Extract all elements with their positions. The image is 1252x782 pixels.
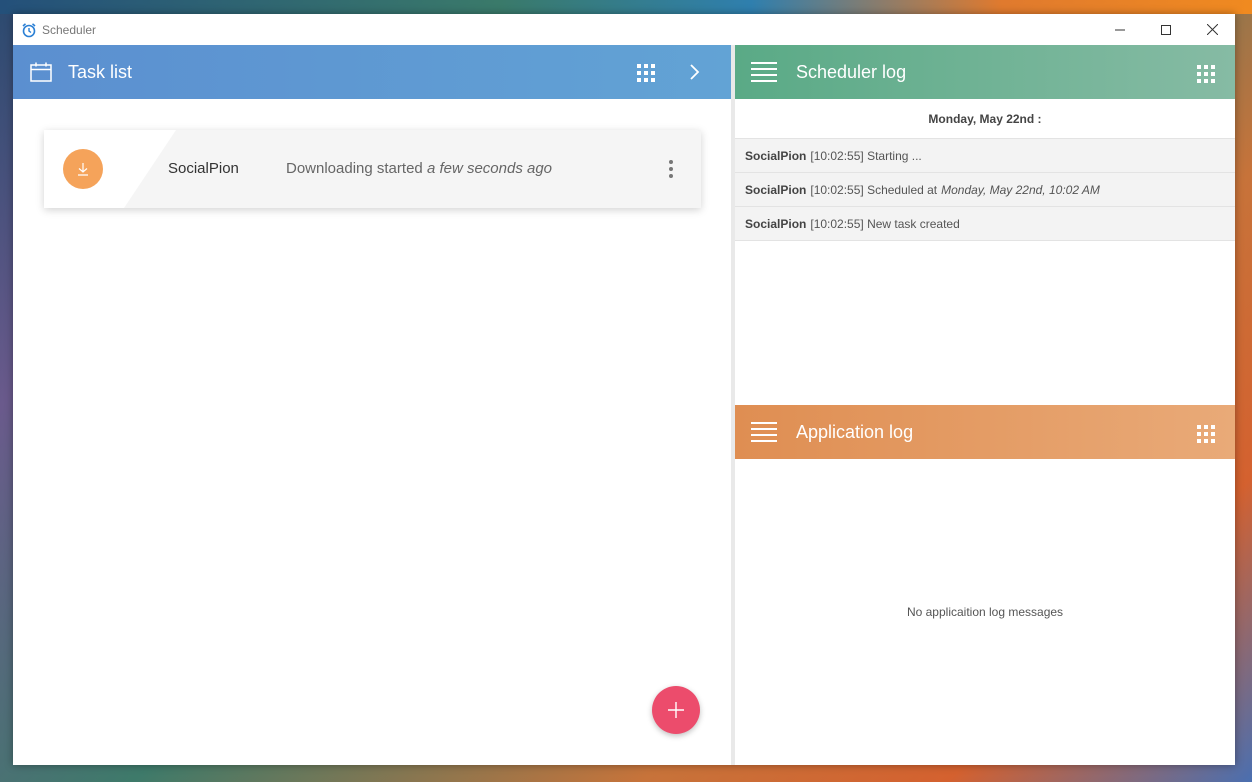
chevron-right-icon[interactable]	[688, 63, 702, 85]
apps-grid-icon[interactable]	[1197, 65, 1215, 83]
plus-icon	[668, 702, 684, 718]
log-emphasis: Monday, May 22nd, 10:02 AM	[941, 182, 1100, 197]
log-date-heading: Monday, May 22nd :	[735, 99, 1235, 139]
window-controls	[1097, 14, 1235, 45]
task-status-text: Downloading started	[286, 160, 423, 177]
log-source: SocialPion	[745, 182, 807, 197]
close-icon	[1206, 24, 1218, 35]
add-task-button[interactable]	[652, 686, 700, 734]
task-name: SocialPion	[168, 160, 239, 177]
scheduler-log-title: Scheduler log	[796, 61, 907, 82]
task-status-time: a few seconds ago	[426, 160, 553, 177]
log-source: SocialPion	[745, 216, 807, 231]
scheduler-log-list: SocialPion [10:02:55] Starting ... Socia…	[735, 139, 1235, 241]
log-entry: SocialPion [10:02:55] Starting ...	[735, 139, 1235, 173]
application-log-header: Application log	[735, 405, 1235, 459]
list-lines-icon	[751, 62, 777, 82]
log-text: [10:02:55] Starting ...	[810, 148, 922, 163]
alarm-clock-icon	[21, 22, 37, 38]
app-window: Scheduler Task list SocialPion Downloadi…	[13, 14, 1235, 765]
desktop-background	[0, 0, 1252, 14]
application-log-title: Application log	[796, 421, 914, 442]
list-lines-icon	[751, 422, 777, 442]
minimize-icon	[1115, 29, 1125, 30]
task-list-panel: Task list SocialPion Downloading started…	[13, 45, 731, 765]
log-text: [10:02:55] Scheduled at	[810, 182, 938, 197]
window-title: Scheduler	[42, 22, 97, 37]
log-entry: SocialPion [10:02:55] New task created	[735, 207, 1235, 241]
empty-log-message: No applicaition log messages	[906, 605, 1064, 619]
maximize-icon	[1161, 24, 1171, 35]
minimize-button[interactable]	[1097, 14, 1143, 45]
close-button[interactable]	[1189, 14, 1235, 45]
more-options-icon[interactable]	[667, 155, 675, 183]
task-list-header: Task list	[13, 45, 731, 99]
task-list-title: Task list	[68, 61, 133, 82]
task-status: Downloading started a few seconds ago	[286, 160, 552, 177]
apps-grid-icon[interactable]	[1197, 425, 1215, 443]
scheduler-log-header: Scheduler log	[735, 45, 1235, 99]
title-bar[interactable]: Scheduler	[13, 14, 1235, 45]
task-card[interactable]: SocialPion Downloading started a few sec…	[44, 130, 701, 208]
log-entry: SocialPion [10:02:55] Scheduled at Monda…	[735, 173, 1235, 207]
maximize-button[interactable]	[1143, 14, 1189, 45]
logs-panel: Scheduler log Monday, May 22nd : SocialP…	[735, 45, 1235, 765]
log-source: SocialPion	[745, 148, 807, 163]
log-text: [10:02:55] New task created	[810, 216, 960, 231]
download-icon	[63, 149, 103, 189]
calendar-icon	[30, 62, 52, 82]
apps-grid-icon[interactable]	[637, 64, 655, 82]
